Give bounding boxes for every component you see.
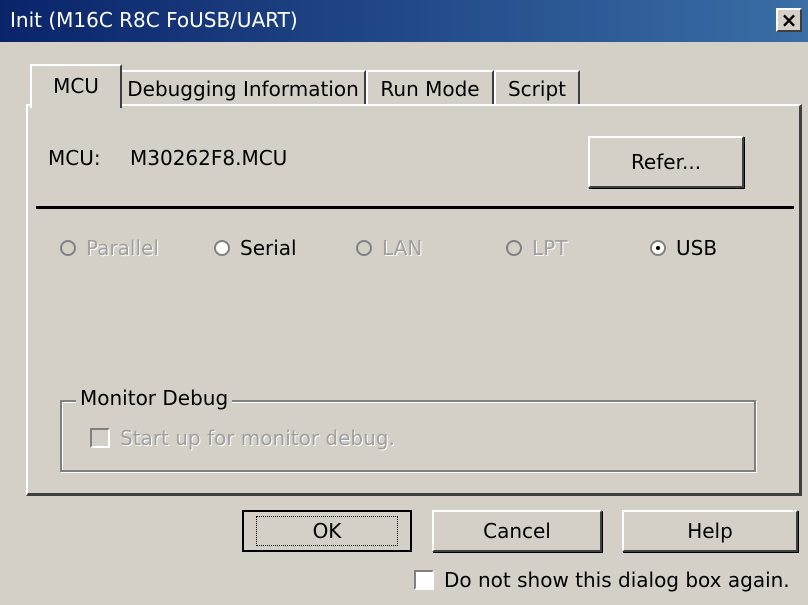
radio-icon	[60, 240, 76, 256]
tab-mcu[interactable]: MCU	[30, 64, 122, 108]
tab-label: MCU	[53, 74, 99, 98]
radio-lpt[interactable]: LPT	[506, 236, 567, 260]
tab-label: Script	[507, 77, 566, 101]
close-icon: ×	[780, 8, 798, 32]
tab-debugging-information[interactable]: Debugging Information	[120, 70, 366, 106]
radio-parallel[interactable]: Parallel	[60, 236, 159, 260]
monitor-debug-title: Monitor Debug	[76, 386, 233, 410]
radio-icon	[506, 240, 522, 256]
radio-label: Parallel	[86, 236, 159, 260]
checkbox-icon	[90, 428, 110, 448]
radio-label: USB	[676, 236, 718, 260]
radio-lan[interactable]: LAN	[356, 236, 422, 260]
help-button[interactable]: Help	[622, 510, 798, 552]
tab-script[interactable]: Script	[494, 70, 580, 106]
radio-checked-icon	[650, 240, 666, 256]
radio-label: LPT	[532, 236, 568, 260]
checkbox-label: Start up for monitor debug.	[120, 426, 395, 450]
separator-line	[36, 206, 794, 209]
mcu-label: MCU:	[48, 146, 101, 170]
radio-icon	[356, 240, 372, 256]
monitor-debug-checkbox[interactable]: Start up for monitor debug.	[90, 426, 395, 450]
ok-label: OK	[255, 516, 399, 546]
radio-label: LAN	[382, 236, 423, 260]
do-not-show-checkbox[interactable]: Do not show this dialog box again.	[414, 568, 790, 592]
refer-button[interactable]: Refer...	[588, 136, 744, 188]
checkbox-label: Do not show this dialog box again.	[444, 568, 790, 592]
tab-label: Debugging Information	[127, 77, 359, 101]
checkbox-icon	[414, 570, 434, 590]
title-bar[interactable]: Init (M16C R8C FoUSB/UART) ×	[0, 0, 808, 42]
radio-usb[interactable]: USB	[650, 236, 717, 260]
cancel-button[interactable]: Cancel	[432, 510, 602, 552]
window-title: Init (M16C R8C FoUSB/UART)	[10, 8, 298, 32]
close-button[interactable]: ×	[776, 8, 802, 32]
radio-serial[interactable]: Serial	[214, 236, 297, 260]
radio-label: Serial	[240, 236, 297, 260]
ok-button[interactable]: OK	[242, 510, 412, 552]
tab-run-mode[interactable]: Run Mode	[366, 70, 494, 106]
radio-icon	[214, 240, 230, 256]
mcu-value: M30262F8.MCU	[130, 146, 288, 170]
tab-label: Run Mode	[380, 77, 480, 101]
